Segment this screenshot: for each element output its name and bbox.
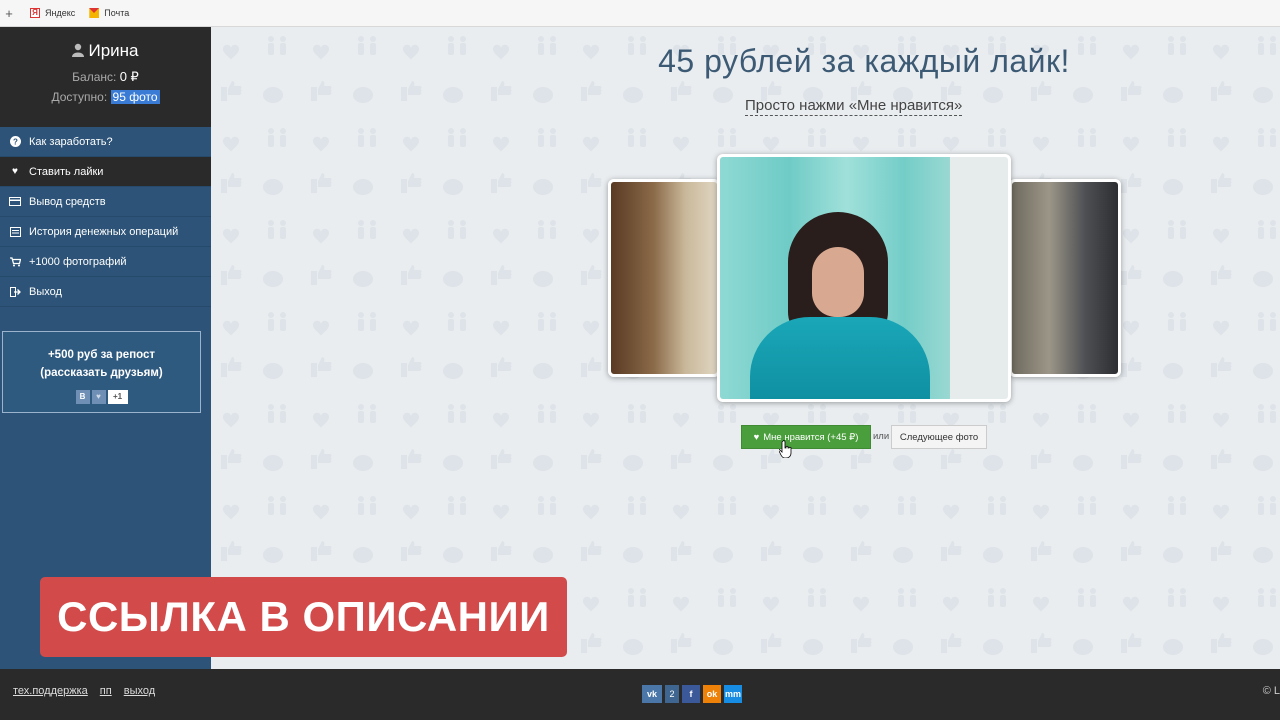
repost-buttons: В ♥ +1 xyxy=(3,390,200,404)
menu-item-label: Ставить лайки xyxy=(29,165,104,178)
user-icon xyxy=(72,43,85,57)
bookmark-label: Почта xyxy=(104,8,130,18)
list-icon xyxy=(9,226,21,238)
vk-share-count: 2 xyxy=(665,685,679,703)
photo-blouse xyxy=(750,317,930,399)
balance-label: Баланс: xyxy=(72,70,117,84)
add-bookmark-icon[interactable]: + xyxy=(2,6,16,21)
like-button-label: Мне нравится (+45 ₽) xyxy=(763,431,859,443)
menu-item-label: +1000 фотографий xyxy=(29,255,127,268)
hand-cursor-icon xyxy=(779,440,792,458)
like-button[interactable]: ♥ Мне нравится (+45 ₽) xyxy=(741,425,871,449)
menu-item-history[interactable]: История денежных операций xyxy=(0,217,211,247)
repost-box: +500 руб за репост (рассказать друзьям) … xyxy=(2,331,201,413)
menu-item-how-to-earn[interactable]: ? Как заработать? xyxy=(0,127,211,157)
bookmarks-bar: + Я Яндекс Почта xyxy=(0,0,1280,27)
footer: тех.поддержка пп выход vk 2 f ok mm © L xyxy=(0,669,1280,720)
previous-photo[interactable] xyxy=(608,179,720,377)
menu-item-photos[interactable]: +1000 фотографий xyxy=(0,247,211,277)
balance-line: Баланс: 0 ₽ xyxy=(0,69,211,85)
bookmark-yandex[interactable]: Я Яндекс xyxy=(30,8,75,18)
svg-text:?: ? xyxy=(13,138,18,147)
vk-icon[interactable]: vk xyxy=(642,685,662,703)
footer-link-pp[interactable]: пп xyxy=(100,685,112,697)
menu-item-label: История денежных операций xyxy=(29,225,179,238)
heart-icon: ♥ xyxy=(12,166,18,177)
heart-icon[interactable]: ♥ xyxy=(91,390,106,404)
main-content: 45 рублей за каждый лайк! Просто нажми «… xyxy=(211,27,1280,669)
moimir-icon[interactable]: mm xyxy=(724,685,742,703)
facebook-icon[interactable]: f xyxy=(682,685,700,703)
heart-icon: ♥ xyxy=(753,431,760,443)
next-photo-button[interactable]: Следующее фото xyxy=(891,425,987,449)
menu-item-label: Выход xyxy=(29,285,62,298)
or-text: или xyxy=(873,431,890,442)
promo-banner: ССЫЛКА В ОПИСАНИИ xyxy=(40,577,567,657)
footer-link-support[interactable]: тех.поддержка xyxy=(13,685,88,697)
menu-item-label: Как заработать? xyxy=(29,135,113,148)
photo-face xyxy=(812,247,864,317)
menu-item-label: Вывод средств xyxy=(29,195,106,208)
available-value: 95 фото xyxy=(110,90,160,104)
bookmark-label: Яндекс xyxy=(45,8,76,18)
menu-item-exit[interactable]: Выход xyxy=(0,277,211,307)
sidebar-menu: ? Как заработать? ♥ Ставить лайки Вывод … xyxy=(0,127,211,307)
sidebar: Ирина Баланс: 0 ₽ Доступно: 95 фото ? Ка… xyxy=(0,27,211,669)
bookmark-mail[interactable]: Почта xyxy=(89,8,129,18)
balance-value: 0 ₽ xyxy=(119,69,139,84)
user-box: Ирина Баланс: 0 ₽ Доступно: 95 фото xyxy=(0,27,211,127)
page-subtitle[interactable]: Просто нажми «Мне нравится» xyxy=(745,97,963,116)
available-line: Доступно: 95 фото xyxy=(0,90,211,104)
page-title: 45 рублей за каждый лайк! xyxy=(658,43,1070,79)
copyright: © L xyxy=(1262,685,1280,697)
current-photo[interactable] xyxy=(717,154,1011,402)
share-count: +1 xyxy=(107,390,128,404)
cart-icon xyxy=(9,256,21,268)
vk-share-button[interactable]: В xyxy=(75,390,90,404)
user-name-text: Ирина xyxy=(88,41,139,60)
exit-icon xyxy=(9,286,21,298)
mail-icon xyxy=(89,8,100,18)
next-photo-preview[interactable] xyxy=(1009,179,1121,377)
question-icon: ? xyxy=(9,136,21,148)
footer-link-exit[interactable]: выход xyxy=(124,685,155,697)
repost-subtitle: (рассказать друзьям) xyxy=(40,367,163,379)
menu-item-withdraw[interactable]: Вывод средств xyxy=(0,187,211,217)
footer-links: тех.поддержка пп выход xyxy=(13,685,155,697)
yandex-icon: Я xyxy=(30,8,40,18)
odnoklassniki-icon[interactable]: ok xyxy=(703,685,721,703)
user-name: Ирина xyxy=(0,41,211,61)
footer-social: vk 2 f ok mm xyxy=(642,685,742,703)
menu-item-likes[interactable]: ♥ Ставить лайки xyxy=(0,157,211,187)
available-label: Доступно: xyxy=(51,90,108,104)
card-icon xyxy=(9,196,21,208)
repost-title: +500 руб за репост xyxy=(47,349,156,361)
